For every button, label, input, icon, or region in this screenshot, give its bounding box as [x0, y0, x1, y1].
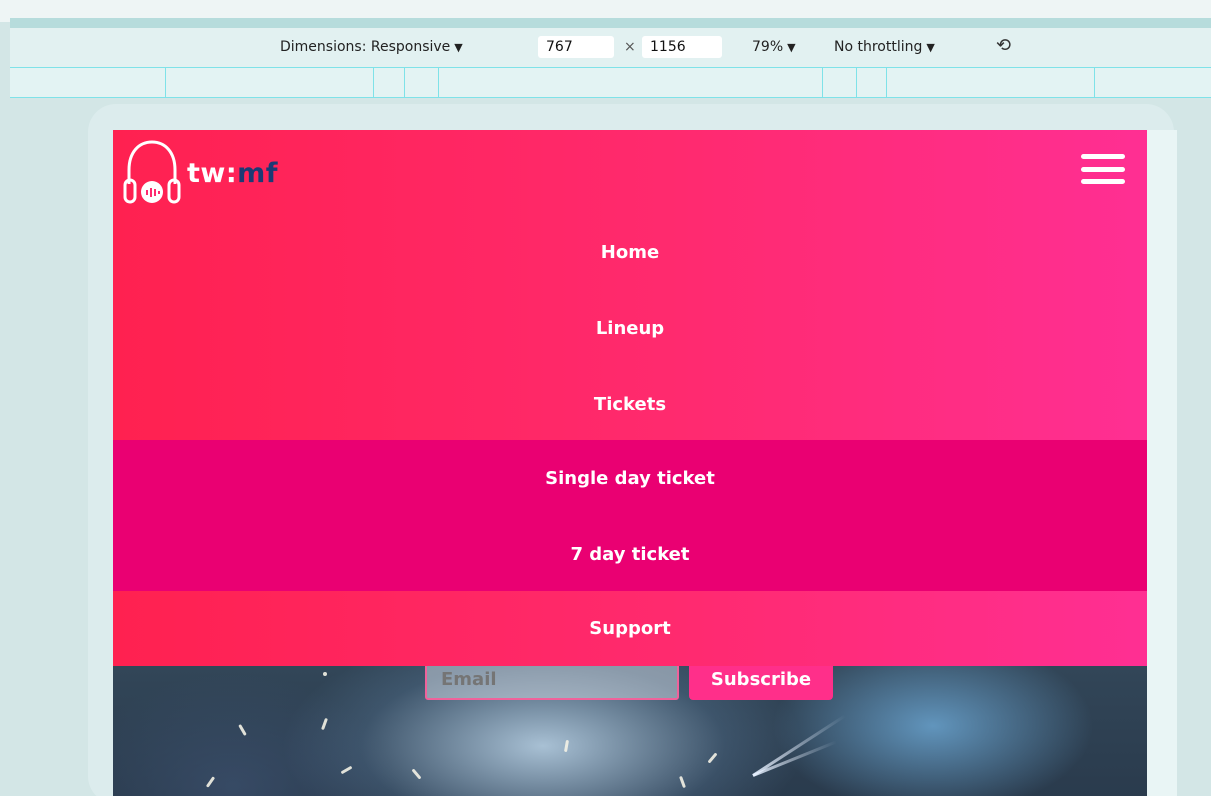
hamburger-bar: [1081, 166, 1125, 172]
tickets-submenu: Single day ticket 7 day ticket: [113, 440, 1147, 591]
zoom-label: 79%: [752, 39, 784, 55]
chevron-down-icon: ▼: [787, 41, 796, 54]
hamburger-bar: [1081, 154, 1125, 159]
dimensions-label: Dimensions: Responsive: [280, 39, 451, 55]
confetti-spark: [411, 768, 422, 780]
nav-item-tickets[interactable]: Tickets: [113, 366, 1147, 442]
submenu-item-7-day-ticket[interactable]: 7 day ticket: [113, 516, 1147, 592]
nav-item-home[interactable]: Home: [113, 214, 1147, 290]
ruler-tick: [856, 68, 857, 98]
ruler-tick: [822, 68, 823, 98]
ruler-tick: [886, 68, 887, 98]
ruler-tick: [1094, 68, 1095, 98]
logo-text: tw:mf: [187, 158, 278, 189]
ruler-tick: [165, 68, 166, 98]
hamburger-bar: [1081, 179, 1125, 184]
zoom-dropdown[interactable]: 79% ▼: [752, 39, 796, 55]
mobile-nav-menu: tw:mf Home Lineup Tickets Single day tic…: [113, 130, 1147, 666]
confetti-spark: [238, 724, 247, 736]
media-query-ruler[interactable]: [10, 68, 1211, 98]
logo-text-accent: mf: [237, 157, 279, 189]
dimensions-dropdown[interactable]: Dimensions: Responsive ▼: [280, 39, 463, 55]
ruler-tick: [438, 68, 439, 98]
devtools-device-toolbar: Dimensions: Responsive ▼ 767 × 1156 79% ▼ …: [10, 28, 1211, 68]
ruler-tick: [373, 68, 374, 98]
throttling-dropdown[interactable]: No throttling ▼: [834, 39, 935, 55]
confetti-spark: [323, 672, 327, 676]
chevron-down-icon: ▼: [454, 41, 463, 54]
confetti-spark: [707, 752, 718, 764]
confetti-spark: [563, 739, 570, 753]
hamburger-menu-icon[interactable]: [1081, 154, 1125, 184]
device-viewport: Subscribe tw:mf Home Lineup Tickets S: [113, 130, 1147, 796]
confetti-spark: [321, 717, 328, 731]
submenu-item-single-day-ticket[interactable]: Single day ticket: [113, 440, 1147, 516]
headphones-icon: [123, 140, 181, 204]
times-separator: ×: [624, 39, 636, 55]
width-input[interactable]: 767: [538, 36, 614, 58]
height-input[interactable]: 1156: [642, 36, 722, 58]
throttling-label: No throttling: [834, 39, 923, 55]
site-logo[interactable]: tw:mf: [123, 138, 278, 208]
viewport-gutter: [1147, 130, 1177, 796]
nav-item-lineup[interactable]: Lineup: [113, 290, 1147, 366]
confetti-spark: [205, 776, 216, 788]
devtools-divider: [10, 18, 1211, 28]
rotate-icon[interactable]: ⟲: [996, 35, 1011, 56]
confetti-spark: [679, 775, 686, 789]
nav-item-support[interactable]: Support: [113, 591, 1147, 666]
confetti-spark: [340, 765, 353, 775]
logo-text-main: tw:: [187, 157, 238, 189]
ruler-tick: [404, 68, 405, 98]
chevron-down-icon: ▼: [926, 41, 935, 54]
